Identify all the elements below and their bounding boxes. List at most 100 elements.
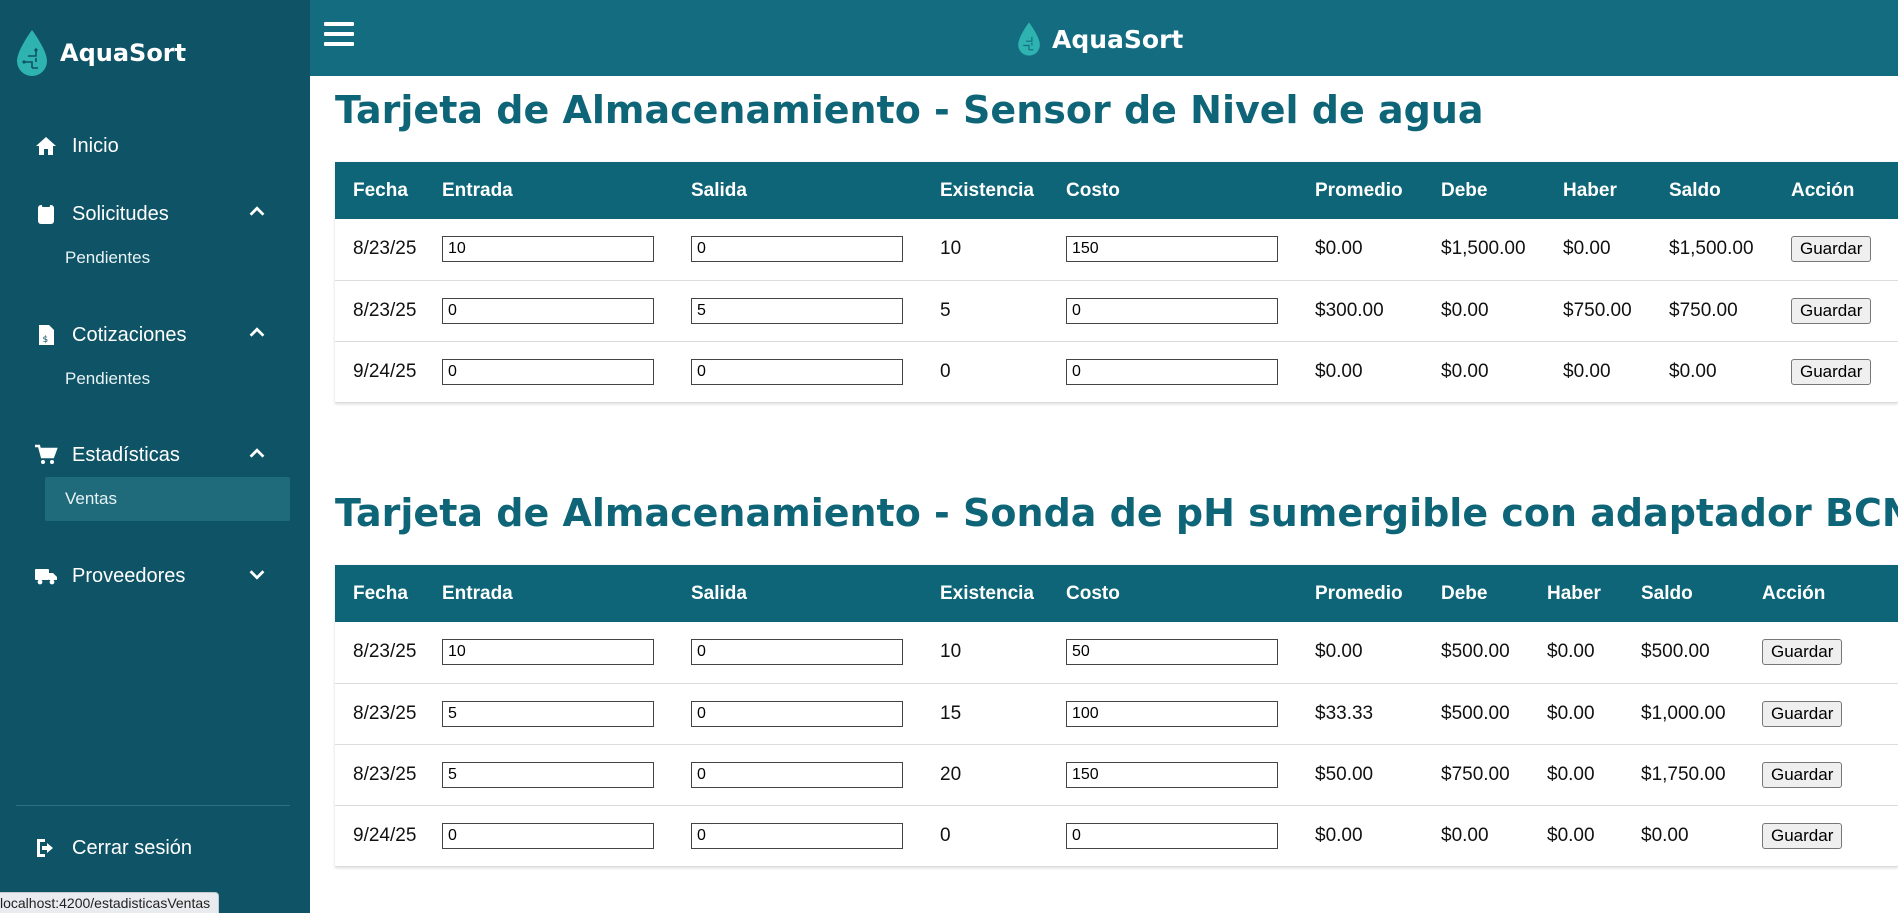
guardar-button[interactable]: Guardar — [1762, 761, 1843, 788]
salida-input[interactable] — [691, 700, 903, 727]
estadisticas-chevron-up-icon[interactable] — [246, 442, 270, 466]
sidebar-subitem-solicitudes-pendientes[interactable]: Pendientes — [65, 248, 150, 268]
table-row: 9/24/25 0 $0.00 $0.00 $0.00 $0.00 Guarda… — [335, 341, 1898, 402]
topbar-brand-name: AquaSort — [1052, 24, 1184, 54]
logout-button[interactable]: Cerrar sesión — [34, 836, 192, 860]
cell-existencia: 5 — [940, 299, 951, 321]
sidebar-subitem-estadisticas-ventas[interactable]: Ventas — [65, 489, 117, 509]
salida-input[interactable] — [691, 761, 903, 788]
cart-icon — [35, 444, 58, 464]
cell-fecha: 8/23/25 — [353, 641, 417, 663]
browser-status-url: localhost:4200/estadisticasVentas — [0, 892, 220, 913]
cell-existencia: 10 — [940, 238, 962, 260]
sidebar-subitem-cotizaciones-pendientes[interactable]: Pendientes — [65, 369, 150, 389]
sidebar-item-label: Proveedores — [72, 564, 186, 587]
column-header: Promedio — [1315, 582, 1403, 604]
column-header: Entrada — [442, 582, 513, 604]
sidebar-item-solicitudes[interactable]: Solicitudes — [34, 202, 169, 226]
column-header: Saldo — [1641, 582, 1693, 604]
cell-promedio: $0.00 — [1315, 238, 1363, 260]
cell-fecha: 8/23/25 — [353, 238, 417, 260]
entrada-input[interactable] — [442, 761, 654, 788]
water-drop-logo-icon — [17, 30, 47, 76]
column-header: Fecha — [353, 179, 408, 201]
menu-toggle-icon[interactable] — [324, 22, 354, 48]
table-header-row: Fecha Entrada Salida Existencia Costo Pr… — [335, 162, 1898, 219]
column-header: Acción — [1762, 582, 1826, 604]
cell-haber: $0.00 — [1547, 763, 1595, 785]
guardar-button[interactable]: Guardar — [1791, 236, 1872, 263]
cell-saldo: $1,000.00 — [1641, 702, 1726, 724]
guardar-button[interactable]: Guardar — [1791, 358, 1872, 385]
top-navbar: AquaSort — [310, 0, 1898, 76]
column-header: Debe — [1441, 582, 1488, 604]
truck-icon — [35, 569, 57, 585]
table-row: 8/23/25 20 $50.00 $750.00 $0.00 $1,750.0… — [335, 744, 1898, 805]
cell-promedio: $50.00 — [1315, 763, 1374, 785]
entrada-input[interactable] — [442, 297, 654, 324]
cell-debe: $1,500.00 — [1441, 238, 1526, 260]
sidebar-item-estadisticas[interactable]: Estadísticas — [34, 443, 180, 467]
cell-fecha: 9/24/25 — [353, 360, 417, 382]
guardar-button[interactable]: Guardar — [1762, 639, 1843, 666]
cell-debe: $0.00 — [1441, 299, 1489, 321]
costo-input[interactable] — [1066, 358, 1278, 385]
logout-label: Cerrar sesión — [72, 836, 193, 859]
salida-input[interactable] — [691, 297, 903, 324]
costo-input[interactable] — [1066, 822, 1278, 849]
salida-input[interactable] — [691, 236, 903, 263]
entrada-input[interactable] — [442, 822, 654, 849]
home-icon — [36, 137, 56, 155]
sidebar-item-inicio[interactable]: Inicio — [34, 134, 119, 158]
costo-input[interactable] — [1066, 297, 1278, 324]
table-row: 8/23/25 10 $0.00 $1,500.00 $0.00 $1,500.… — [335, 219, 1898, 280]
salida-input[interactable] — [691, 822, 903, 849]
cell-haber: $750.00 — [1563, 299, 1632, 321]
sidebar-item-proveedores[interactable]: Proveedores — [34, 564, 185, 588]
cell-saldo: $1,750.00 — [1641, 763, 1726, 785]
entrada-input[interactable] — [442, 358, 654, 385]
guardar-button[interactable]: Guardar — [1791, 297, 1872, 324]
table-row: 9/24/25 0 $0.00 $0.00 $0.00 $0.00 Guarda… — [335, 805, 1898, 866]
costo-input[interactable] — [1066, 700, 1278, 727]
cell-saldo: $0.00 — [1641, 824, 1689, 846]
entrada-input[interactable] — [442, 639, 654, 666]
storage-table-2: Fecha Entrada Salida Existencia Costo Pr… — [335, 565, 1898, 867]
guardar-button[interactable]: Guardar — [1762, 700, 1843, 727]
column-header: Fecha — [353, 582, 408, 604]
proveedores-chevron-down-icon[interactable] — [246, 563, 270, 587]
cell-debe: $500.00 — [1441, 641, 1510, 663]
entrada-input[interactable] — [442, 700, 654, 727]
sidebar-item-cotizaciones[interactable]: $ Cotizaciones — [34, 323, 187, 347]
salida-input[interactable] — [691, 358, 903, 385]
cell-fecha: 8/23/25 — [353, 299, 417, 321]
topbar-brand[interactable]: AquaSort — [1016, 20, 1183, 58]
solicitudes-chevron-up-icon[interactable] — [246, 200, 270, 224]
invoice-icon: $ — [39, 325, 54, 345]
table-header-row: Fecha Entrada Salida Existencia Costo Pr… — [335, 565, 1898, 622]
cell-saldo: $0.00 — [1669, 360, 1717, 382]
salida-input[interactable] — [691, 639, 903, 666]
sidebar-item-label: Estadísticas — [72, 443, 180, 466]
costo-input[interactable] — [1066, 236, 1278, 263]
entrada-input[interactable] — [442, 236, 654, 263]
cell-promedio: $33.33 — [1315, 702, 1374, 724]
column-header: Salida — [691, 179, 747, 201]
sidebar-divider — [16, 805, 290, 806]
column-header: Acción — [1791, 179, 1855, 201]
column-header: Salida — [691, 582, 747, 604]
cell-haber: $0.00 — [1547, 641, 1595, 663]
cell-saldo: $500.00 — [1641, 641, 1710, 663]
costo-input[interactable] — [1066, 639, 1278, 666]
cell-saldo: $750.00 — [1669, 299, 1738, 321]
cell-promedio: $300.00 — [1315, 299, 1384, 321]
storage-table-1: Fecha Entrada Salida Existencia Costo Pr… — [335, 162, 1898, 403]
sidebar-item-label: Solicitudes — [72, 202, 169, 225]
costo-input[interactable] — [1066, 761, 1278, 788]
guardar-button[interactable]: Guardar — [1762, 822, 1843, 849]
sidebar-brand[interactable]: AquaSort — [14, 28, 186, 78]
column-header: Haber — [1547, 582, 1601, 604]
cell-saldo: $1,500.00 — [1669, 238, 1754, 260]
card-title-2: Tarjeta de Almacenamiento - Sonda de pH … — [335, 491, 1898, 535]
cotizaciones-chevron-up-icon[interactable] — [246, 321, 270, 345]
